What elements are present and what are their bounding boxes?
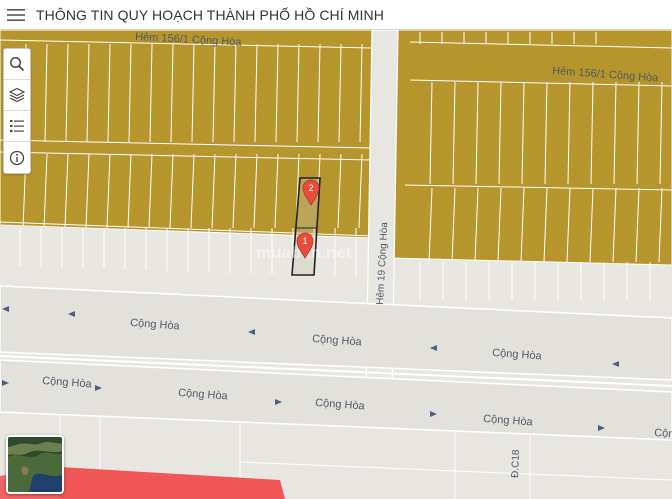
header-bar: THÔNG TIN QUY HOẠCH THÀNH PHỐ HỒ CHÍ MIN… bbox=[0, 0, 672, 30]
legend-list-icon bbox=[10, 120, 24, 132]
basemap-switcher-thumbnail[interactable] bbox=[6, 435, 64, 494]
marker-label-2: 2 bbox=[308, 183, 313, 193]
hamburger-menu-icon[interactable] bbox=[0, 0, 32, 30]
legend-button[interactable] bbox=[4, 111, 30, 142]
street-label-hem-156-1-top: Hẻm 156/1 Cộng Hòa bbox=[135, 31, 243, 49]
street-label-cong-hoa-3: Cộng Hòa bbox=[492, 347, 543, 362]
street-label-cong-hoa-6: Cộng Hòa bbox=[315, 397, 366, 412]
street-label-cong-hoa-5: Cộng Hòa bbox=[178, 387, 229, 402]
info-icon bbox=[9, 150, 25, 165]
map-marker-2[interactable]: 2 bbox=[302, 179, 320, 206]
layers-icon bbox=[9, 87, 25, 103]
street-label-cong-hoa-2: Cộng Hòa bbox=[312, 333, 363, 348]
map-label-layer: Hẻm 156/1 Cộng Hòa Hẻm 156/1 Cộng Hòa Hẻ… bbox=[42, 31, 672, 478]
street-label-hem-156-1: Hẻm 156/1 Cộng Hòa bbox=[552, 65, 660, 84]
street-label-cong-hoa-4: Cộng Hòa bbox=[42, 375, 93, 390]
street-label-cong-hoa-8: Cộng Hòa bbox=[654, 427, 672, 442]
street-label-cong-hoa-7: Cộng Hòa bbox=[483, 413, 534, 428]
map-toolbar bbox=[3, 48, 31, 174]
street-label-hem-19: Hẻm 19 Cộng Hòa bbox=[375, 221, 390, 305]
street-label-d-c18: Đ.C18 bbox=[510, 449, 522, 478]
satellite-map-icon bbox=[8, 437, 62, 492]
search-button[interactable] bbox=[4, 49, 30, 80]
street-label-cong-hoa-1: Cộng Hòa bbox=[130, 317, 181, 332]
search-icon bbox=[9, 56, 25, 72]
info-button[interactable] bbox=[4, 142, 30, 173]
layers-button[interactable] bbox=[4, 80, 30, 111]
page-title: THÔNG TIN QUY HOẠCH THÀNH PHỐ HỒ CHÍ MIN… bbox=[36, 6, 384, 23]
map-canvas[interactable]: Hẻm 156/1 Cộng Hòa Hẻm 156/1 Cộng Hòa Hẻ… bbox=[0, 30, 672, 499]
marker-label-1: 1 bbox=[302, 236, 307, 246]
